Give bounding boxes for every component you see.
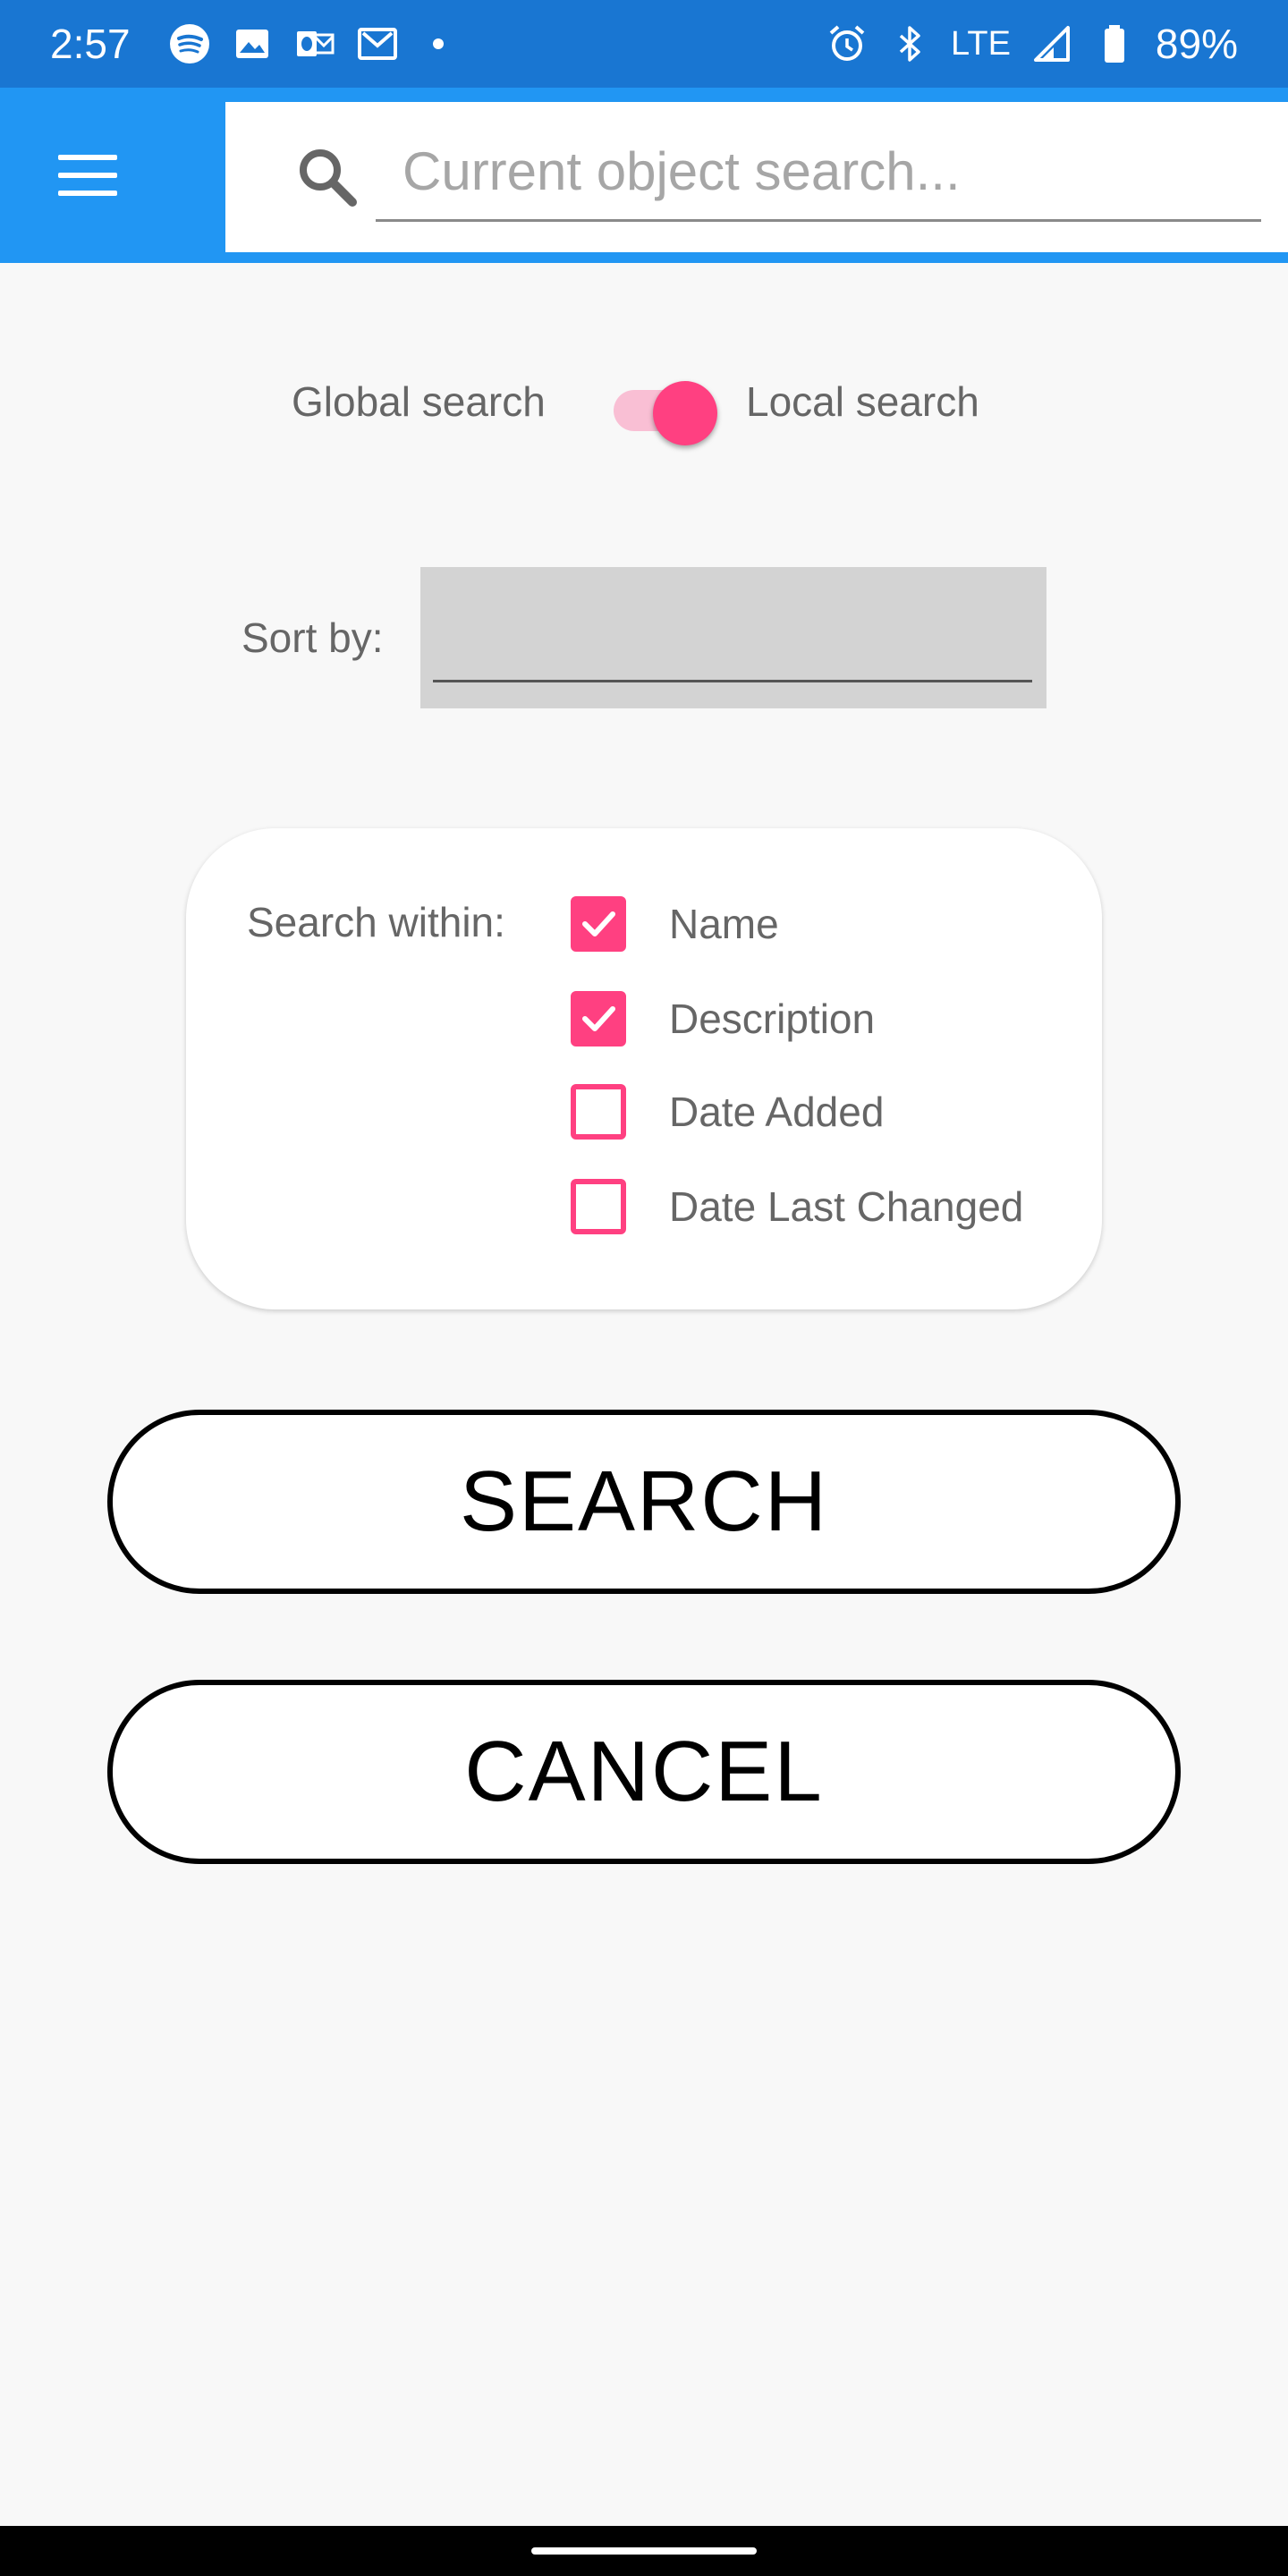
outlook-icon [296,31,335,56]
status-time: 2:57 [50,21,131,67]
global-search-label: Global search [292,378,546,425]
search-icon [300,149,357,207]
cancel-button[interactable]: CANCEL [107,1680,1181,1864]
check-icon [582,1006,615,1031]
hamburger-icon-bar [58,191,117,196]
gallery-icon [235,30,268,58]
system-nav-bar [0,2526,1288,2576]
switch-thumb [653,381,717,445]
battery-percent: 89% [1155,21,1238,67]
bluetooth-icon [899,26,920,62]
checkbox-row-name[interactable]: Name [571,893,779,955]
spotify-icon [169,24,209,64]
search-within-label: Search within: [247,899,505,945]
search-input[interactable] [376,123,1261,222]
name-checkbox-label: Name [669,901,779,947]
description-checkbox[interactable] [571,991,626,1046]
gmail-icon [357,28,397,60]
date-added-checkbox[interactable] [571,1084,626,1140]
name-checkbox[interactable] [571,896,626,952]
network-type: LTE [951,24,1011,63]
alarm-icon [829,25,865,61]
search-box [225,102,1288,252]
search-within-card: Search within: Name Description Date Add… [186,828,1102,1309]
status-bar-right: LTE 89% [826,20,1238,68]
status-bar: 2:57 LTE 89% [0,0,1288,88]
signal-icon [1033,26,1070,62]
sort-by-label: Sort by: [242,614,384,661]
notification-dot [432,38,444,49]
battery-icon [1104,25,1124,63]
local-search-label: Local search [746,378,979,425]
sort-by-underline [433,680,1032,682]
date-added-checkbox-label: Date Added [669,1089,885,1135]
scope-switch[interactable] [610,381,717,445]
search-button[interactable]: SEARCH [107,1410,1181,1594]
checkbox-row-description[interactable]: Description [571,987,875,1050]
checkbox-row-date-last-changed[interactable]: Date Last Changed [571,1175,1023,1238]
description-checkbox-label: Description [669,996,876,1042]
check-icon [582,911,615,936]
status-bar-left: 2:57 [50,20,444,68]
hamburger-icon-bar [58,155,117,160]
home-gesture-handle[interactable] [531,2547,757,2555]
app-bar [0,88,1288,263]
hamburger-icon-bar [58,173,117,178]
date-last-changed-checkbox-label: Date Last Changed [669,1183,1024,1230]
checkbox-row-date-added[interactable]: Date Added [571,1080,884,1143]
scope-toggle-row: Global search Local search [0,358,1288,447]
sort-by-dropdown[interactable] [420,567,1046,708]
menu-button[interactable] [43,132,132,218]
date-last-changed-checkbox[interactable] [571,1179,626,1234]
